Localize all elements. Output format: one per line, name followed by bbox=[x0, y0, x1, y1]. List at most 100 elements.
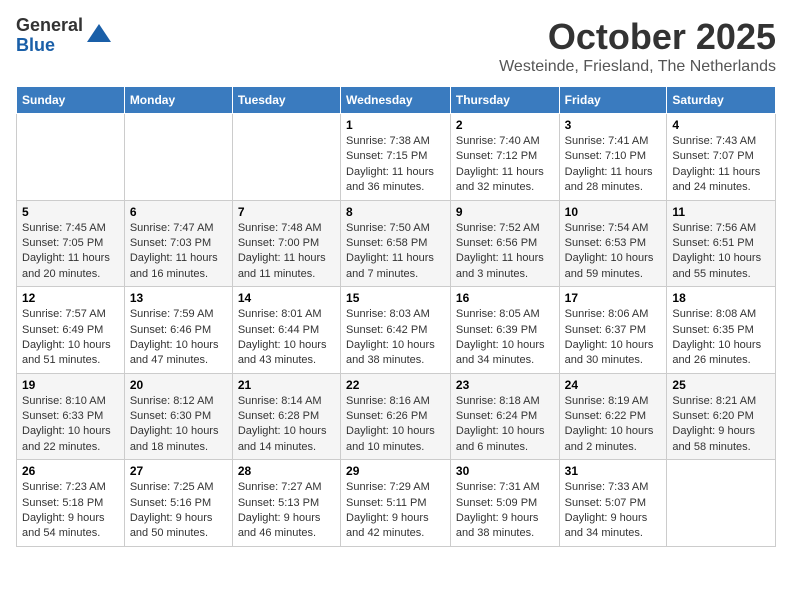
calendar-cell: 30 Sunrise: 7:31 AM Sunset: 5:09 PM Dayli… bbox=[450, 460, 559, 547]
calendar-week-row: 12 Sunrise: 7:57 AM Sunset: 6:49 PM Dayli… bbox=[17, 287, 776, 374]
calendar-cell: 13 Sunrise: 7:59 AM Sunset: 6:46 PM Dayli… bbox=[124, 287, 232, 374]
weekday-header: Sunday bbox=[17, 87, 125, 114]
calendar-cell: 23 Sunrise: 8:18 AM Sunset: 6:24 PM Dayli… bbox=[450, 373, 559, 460]
day-info: Sunrise: 7:33 AM Sunset: 5:07 PM Dayligh… bbox=[565, 480, 662, 542]
weekday-header-row: SundayMondayTuesdayWednesdayThursdayFrid… bbox=[17, 87, 776, 114]
weekday-header: Monday bbox=[124, 87, 232, 114]
calendar-cell: 8 Sunrise: 7:50 AM Sunset: 6:58 PM Daylig… bbox=[341, 200, 451, 287]
day-info: Sunrise: 8:08 AM Sunset: 6:35 PM Dayligh… bbox=[672, 307, 770, 369]
calendar-cell: 16 Sunrise: 8:05 AM Sunset: 6:39 PM Dayli… bbox=[450, 287, 559, 374]
day-number: 25 bbox=[672, 378, 770, 392]
day-info: Sunrise: 8:16 AM Sunset: 6:26 PM Dayligh… bbox=[346, 394, 445, 456]
page-header: General Blue October 2025 Westeinde, Fri… bbox=[16, 16, 776, 76]
calendar-cell: 17Sunrise: 8:06 AM Sunset: 6:37 PM Dayli… bbox=[559, 287, 667, 374]
day-info: Sunrise: 7:41 AM Sunset: 7:10 PM Dayligh… bbox=[565, 134, 662, 196]
title-block: October 2025 Westeinde, Friesland, The N… bbox=[499, 16, 776, 76]
weekday-header: Wednesday bbox=[341, 87, 451, 114]
day-number: 31 bbox=[565, 464, 662, 478]
day-info: Sunrise: 8:12 AM Sunset: 6:30 PM Dayligh… bbox=[130, 394, 227, 456]
calendar-cell: 6 Sunrise: 7:47 AM Sunset: 7:03 PM Daylig… bbox=[124, 200, 232, 287]
month-title: October 2025 bbox=[499, 16, 776, 58]
day-info: Sunrise: 8:03 AM Sunset: 6:42 PM Dayligh… bbox=[346, 307, 445, 369]
day-number: 18 bbox=[672, 291, 770, 305]
day-info: Sunrise: 7:59 AM Sunset: 6:46 PM Dayligh… bbox=[130, 307, 227, 369]
day-number: 27 bbox=[130, 464, 227, 478]
calendar-cell: 19Sunrise: 8:10 AM Sunset: 6:33 PM Dayli… bbox=[17, 373, 125, 460]
calendar-cell: 31 Sunrise: 7:33 AM Sunset: 5:07 PM Dayli… bbox=[559, 460, 667, 547]
weekday-header: Friday bbox=[559, 87, 667, 114]
day-info: Sunrise: 7:27 AM Sunset: 5:13 PM Dayligh… bbox=[238, 480, 335, 542]
logo-icon bbox=[85, 22, 113, 50]
calendar-week-row: 5 Sunrise: 7:45 AM Sunset: 7:05 PM Daylig… bbox=[17, 200, 776, 287]
day-number: 1 bbox=[346, 118, 445, 132]
calendar-cell: 26 Sunrise: 7:23 AM Sunset: 5:18 PM Dayli… bbox=[17, 460, 125, 547]
day-number: 12 bbox=[22, 291, 119, 305]
day-info: Sunrise: 7:38 AM Sunset: 7:15 PM Dayligh… bbox=[346, 134, 445, 196]
calendar-cell: 1 Sunrise: 7:38 AM Sunset: 7:15 PM Daylig… bbox=[341, 114, 451, 201]
calendar-cell: 12 Sunrise: 7:57 AM Sunset: 6:49 PM Dayli… bbox=[17, 287, 125, 374]
calendar-cell bbox=[232, 114, 340, 201]
calendar-cell: 29 Sunrise: 7:29 AM Sunset: 5:11 PM Dayli… bbox=[341, 460, 451, 547]
day-info: Sunrise: 7:31 AM Sunset: 5:09 PM Dayligh… bbox=[456, 480, 554, 542]
calendar-cell: 24Sunrise: 8:19 AM Sunset: 6:22 PM Dayli… bbox=[559, 373, 667, 460]
day-number: 16 bbox=[456, 291, 554, 305]
day-number: 22 bbox=[346, 378, 445, 392]
day-number: 15 bbox=[346, 291, 445, 305]
day-number: 19 bbox=[22, 378, 119, 392]
day-number: 10 bbox=[565, 205, 662, 219]
day-number: 6 bbox=[130, 205, 227, 219]
calendar-cell: 28 Sunrise: 7:27 AM Sunset: 5:13 PM Dayli… bbox=[232, 460, 340, 547]
day-number: 13 bbox=[130, 291, 227, 305]
day-number: 26 bbox=[22, 464, 119, 478]
day-info: Sunrise: 8:05 AM Sunset: 6:39 PM Dayligh… bbox=[456, 307, 554, 369]
day-info: Sunrise: 7:50 AM Sunset: 6:58 PM Dayligh… bbox=[346, 221, 445, 283]
day-info: Sunrise: 7:23 AM Sunset: 5:18 PM Dayligh… bbox=[22, 480, 119, 542]
day-number: 14 bbox=[238, 291, 335, 305]
calendar-cell bbox=[124, 114, 232, 201]
day-info: Sunrise: 7:40 AM Sunset: 7:12 PM Dayligh… bbox=[456, 134, 554, 196]
day-number: 4 bbox=[672, 118, 770, 132]
calendar-cell: 22 Sunrise: 8:16 AM Sunset: 6:26 PM Dayli… bbox=[341, 373, 451, 460]
calendar-cell: 14Sunrise: 8:01 AM Sunset: 6:44 PM Dayli… bbox=[232, 287, 340, 374]
day-number: 21 bbox=[238, 378, 335, 392]
calendar-cell: 2 Sunrise: 7:40 AM Sunset: 7:12 PM Daylig… bbox=[450, 114, 559, 201]
day-number: 9 bbox=[456, 205, 554, 219]
logo-blue: Blue bbox=[16, 36, 83, 56]
logo-text: General Blue bbox=[16, 16, 83, 56]
day-number: 29 bbox=[346, 464, 445, 478]
calendar-week-row: 26 Sunrise: 7:23 AM Sunset: 5:18 PM Dayli… bbox=[17, 460, 776, 547]
day-info: Sunrise: 7:54 AM Sunset: 6:53 PM Dayligh… bbox=[565, 221, 662, 283]
calendar-cell: 4 Sunrise: 7:43 AM Sunset: 7:07 PM Daylig… bbox=[667, 114, 776, 201]
calendar-cell: 11Sunrise: 7:56 AM Sunset: 6:51 PM Dayli… bbox=[667, 200, 776, 287]
calendar-cell bbox=[17, 114, 125, 201]
day-number: 28 bbox=[238, 464, 335, 478]
day-info: Sunrise: 7:52 AM Sunset: 6:56 PM Dayligh… bbox=[456, 221, 554, 283]
day-info: Sunrise: 7:45 AM Sunset: 7:05 PM Dayligh… bbox=[22, 221, 119, 283]
day-info: Sunrise: 8:18 AM Sunset: 6:24 PM Dayligh… bbox=[456, 394, 554, 456]
day-number: 7 bbox=[238, 205, 335, 219]
calendar-week-row: 19Sunrise: 8:10 AM Sunset: 6:33 PM Dayli… bbox=[17, 373, 776, 460]
day-number: 23 bbox=[456, 378, 554, 392]
day-info: Sunrise: 7:29 AM Sunset: 5:11 PM Dayligh… bbox=[346, 480, 445, 542]
day-number: 8 bbox=[346, 205, 445, 219]
logo: General Blue bbox=[16, 16, 113, 56]
day-info: Sunrise: 7:43 AM Sunset: 7:07 PM Dayligh… bbox=[672, 134, 770, 196]
day-info: Sunrise: 7:25 AM Sunset: 5:16 PM Dayligh… bbox=[130, 480, 227, 542]
day-number: 30 bbox=[456, 464, 554, 478]
calendar-cell: 25 Sunrise: 8:21 AM Sunset: 6:20 PM Dayli… bbox=[667, 373, 776, 460]
day-number: 11 bbox=[672, 205, 770, 219]
weekday-header: Tuesday bbox=[232, 87, 340, 114]
day-number: 2 bbox=[456, 118, 554, 132]
day-info: Sunrise: 7:57 AM Sunset: 6:49 PM Dayligh… bbox=[22, 307, 119, 369]
calendar-cell: 20Sunrise: 8:12 AM Sunset: 6:30 PM Dayli… bbox=[124, 373, 232, 460]
calendar-cell: 21Sunrise: 8:14 AM Sunset: 6:28 PM Dayli… bbox=[232, 373, 340, 460]
calendar-cell: 15 Sunrise: 8:03 AM Sunset: 6:42 PM Dayli… bbox=[341, 287, 451, 374]
location: Westeinde, Friesland, The Netherlands bbox=[499, 58, 776, 76]
day-info: Sunrise: 7:47 AM Sunset: 7:03 PM Dayligh… bbox=[130, 221, 227, 283]
weekday-header: Thursday bbox=[450, 87, 559, 114]
day-number: 17 bbox=[565, 291, 662, 305]
day-number: 5 bbox=[22, 205, 119, 219]
day-info: Sunrise: 8:21 AM Sunset: 6:20 PM Dayligh… bbox=[672, 394, 770, 456]
calendar-cell: 7Sunrise: 7:48 AM Sunset: 7:00 PM Daylig… bbox=[232, 200, 340, 287]
day-info: Sunrise: 8:19 AM Sunset: 6:22 PM Dayligh… bbox=[565, 394, 662, 456]
